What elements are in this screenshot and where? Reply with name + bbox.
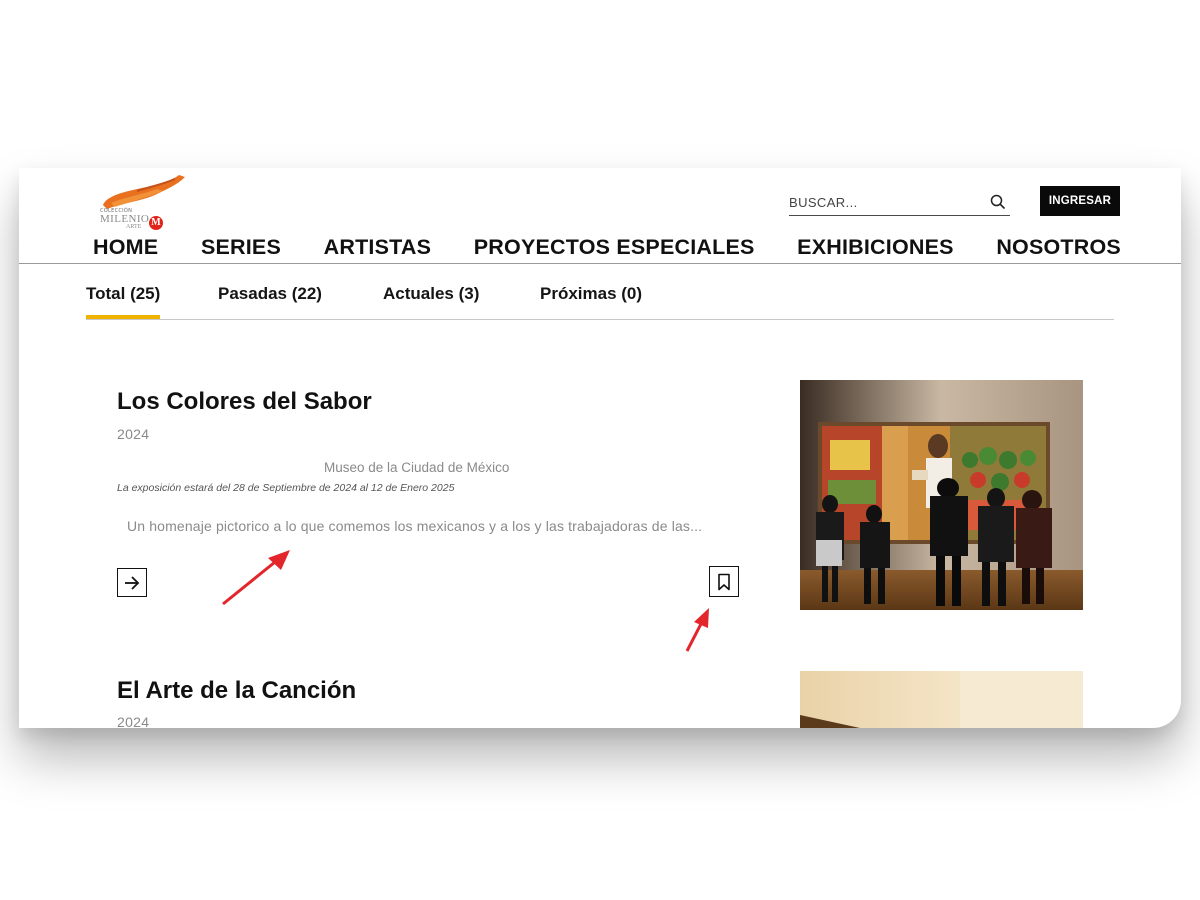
tab-actuales[interactable]: Actuales (3) xyxy=(383,284,479,304)
bookmark-button[interactable] xyxy=(709,566,739,597)
nav-item-artistas[interactable]: ARTISTAS xyxy=(324,235,432,260)
logo-brush-icon xyxy=(103,175,185,209)
arrow-right-icon xyxy=(125,575,140,590)
exhibition-year: 2024 xyxy=(117,426,150,442)
logo-m-badge: M xyxy=(149,216,163,230)
exhibition-image[interactable] xyxy=(800,380,1083,610)
nav-item-series[interactable]: SERIES xyxy=(201,235,281,260)
exhibition-year: 2024 xyxy=(117,714,150,728)
nav-item-home[interactable]: HOME xyxy=(93,235,158,260)
tab-pasadas[interactable]: Pasadas (22) xyxy=(218,284,322,304)
exhibition-venue: Museo de la Ciudad de México xyxy=(324,460,510,475)
bookmark-icon xyxy=(718,573,730,590)
exhibition-title[interactable]: El Arte de la Canción xyxy=(117,677,356,705)
search-bar xyxy=(789,190,1010,216)
nav-item-exhibiciones[interactable]: EXHIBICIONES xyxy=(797,235,954,260)
filter-tabs: Total (25) Pasadas (22) Actuales (3) Pró… xyxy=(86,278,1114,320)
exhibition-photo-image xyxy=(800,380,1083,610)
view-exhibition-button[interactable] xyxy=(117,568,147,597)
tab-total[interactable]: Total (25) xyxy=(86,284,161,319)
tab-proximas[interactable]: Próximas (0) xyxy=(540,284,642,304)
page-window: COLECCIÓN MILENIO ARTE M INGRESAR HOME S… xyxy=(19,168,1181,728)
exhibition-description: Un homenaje pictorico a lo que comemos l… xyxy=(127,518,703,534)
search-icon[interactable] xyxy=(990,194,1006,210)
logo-arte-text: ARTE xyxy=(126,224,142,230)
login-button[interactable]: INGRESAR xyxy=(1040,186,1120,216)
nav-item-nosotros[interactable]: NOSOTROS xyxy=(996,235,1121,260)
exhibition-photo-image xyxy=(800,671,1083,728)
site-logo[interactable]: COLECCIÓN MILENIO ARTE M xyxy=(97,173,189,230)
main-nav: HOME SERIES ARTISTAS PROYECTOS ESPECIALE… xyxy=(93,232,1121,262)
nav-divider xyxy=(19,263,1181,264)
search-input[interactable] xyxy=(789,190,979,214)
logo-milenio-text: MILENIO xyxy=(100,213,150,225)
exhibition-dates: La exposición estará del 28 de Septiembr… xyxy=(117,482,455,494)
exhibition-image[interactable] xyxy=(800,671,1083,728)
exhibition-title[interactable]: Los Colores del Sabor xyxy=(117,388,372,416)
nav-item-proyectos-especiales[interactable]: PROYECTOS ESPECIALES xyxy=(474,235,755,260)
